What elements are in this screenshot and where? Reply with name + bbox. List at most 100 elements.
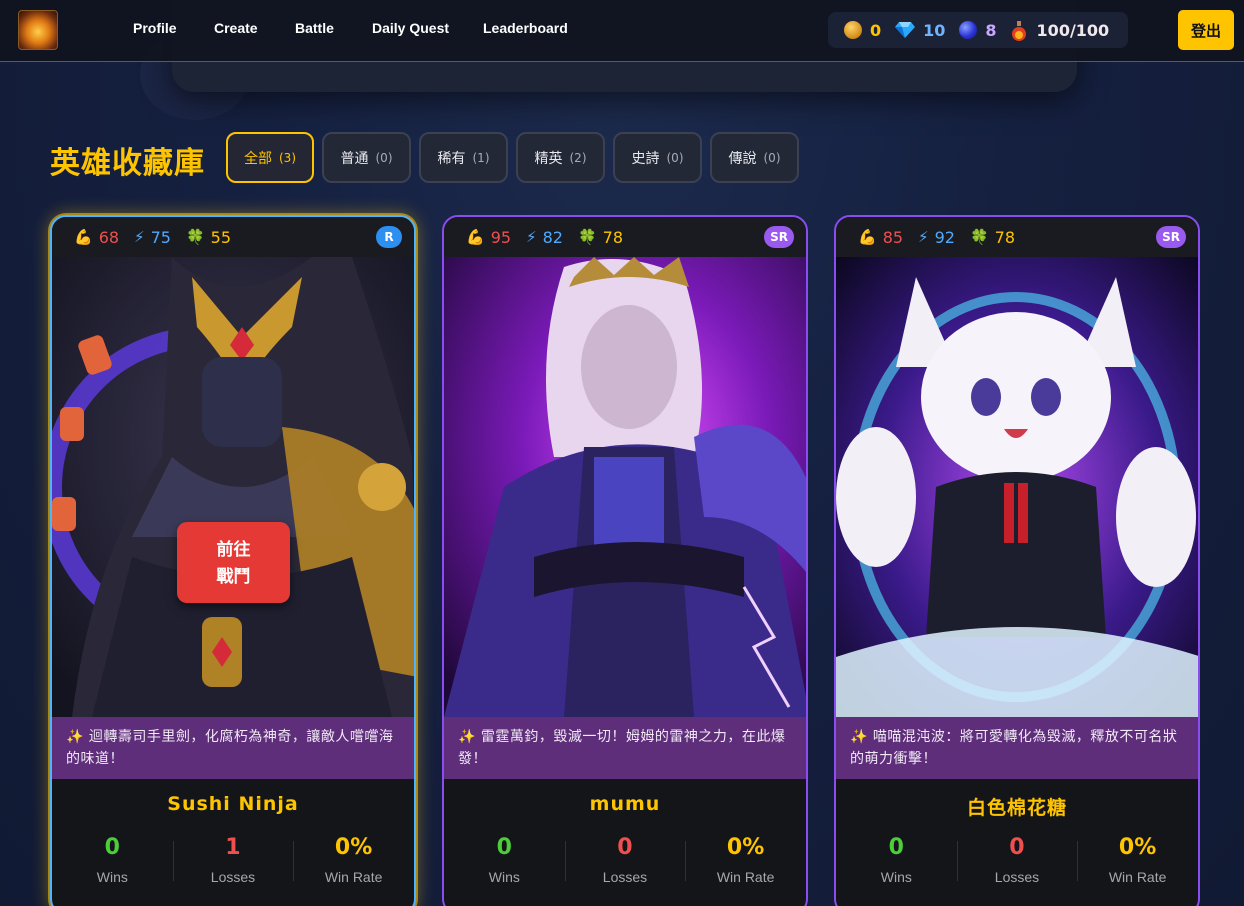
filter-count: (2) bbox=[569, 150, 587, 165]
win-rate-stat: 0% Win Rate bbox=[1077, 835, 1198, 885]
strength-value: 85 bbox=[882, 227, 904, 247]
hero-stats-bar: 💪 85 ⚡ 92 🍀 78 SR bbox=[836, 217, 1198, 257]
battle-record: 0 Wins 0 Losses 0% Win Rate bbox=[444, 835, 806, 885]
gem-count: 10 bbox=[923, 20, 946, 40]
filter-label: 稀有 bbox=[437, 150, 466, 167]
filter-tab-common[interactable]: 普通 (0) bbox=[322, 132, 411, 183]
resource-bar: 0 10 8 100/100 bbox=[828, 12, 1128, 48]
speed-value: 92 bbox=[934, 227, 955, 247]
nav-links: Profile Create Battle Daily Quest Leader… bbox=[133, 20, 568, 36]
lightning-icon: ⚡ bbox=[526, 228, 537, 246]
orb-count: 8 bbox=[985, 20, 997, 40]
coin-count: 0 bbox=[870, 20, 882, 40]
wins-label: Wins bbox=[96, 869, 128, 885]
losses-label: Losses bbox=[210, 869, 256, 885]
wins-stat: 0 Wins bbox=[444, 835, 565, 885]
luck-stat: 🍀 55 bbox=[186, 228, 231, 247]
game-logo[interactable] bbox=[18, 10, 58, 50]
strength-stat: 💪 68 bbox=[74, 228, 119, 247]
logout-button[interactable]: 登出 bbox=[1178, 10, 1234, 50]
hero-name: Sushi Ninja bbox=[167, 793, 299, 815]
filter-count: (3) bbox=[279, 150, 296, 165]
flexed-arm-icon: 💪 bbox=[858, 228, 877, 246]
hero-card[interactable]: 💪 95 ⚡ 82 🍀 78 SR ✨ 雷霆萬鈞，毀滅一切！姆姆的雷神之力，在此爆發！… bbox=[442, 215, 808, 906]
luck-stat: 🍀 78 bbox=[578, 228, 623, 247]
wins-value: 0 bbox=[496, 835, 512, 860]
wins-value: 0 bbox=[888, 835, 904, 860]
lightning-icon: ⚡ bbox=[134, 228, 145, 246]
nav-create-link[interactable]: Create bbox=[214, 20, 295, 36]
filter-label: 精英 bbox=[534, 150, 563, 167]
diamond-icon bbox=[895, 21, 916, 39]
hero-name: 白色棉花糖 bbox=[966, 797, 1067, 819]
strength-value: 68 bbox=[98, 227, 120, 247]
win-rate-label: Win Rate bbox=[324, 869, 383, 885]
filter-tab-all[interactable]: 全部 (3) bbox=[226, 132, 314, 183]
win-rate-label: Win Rate bbox=[1108, 869, 1167, 885]
filter-tab-elite[interactable]: 精英 (2) bbox=[516, 132, 605, 183]
wins-label: Wins bbox=[880, 869, 912, 885]
filter-tab-legendary[interactable]: 傳說 (0) bbox=[710, 132, 799, 183]
go-to-battle-button[interactable]: 前往 戰鬥 bbox=[177, 522, 290, 603]
hero-stats-bar: 💪 95 ⚡ 82 🍀 78 SR bbox=[444, 217, 806, 257]
filter-label: 史詩 bbox=[631, 150, 660, 167]
luck-value: 78 bbox=[994, 227, 1015, 247]
coin-balance: 0 bbox=[844, 21, 881, 40]
nav-leaderboard-link[interactable]: Leaderboard bbox=[483, 20, 568, 36]
hero-name: mumu bbox=[589, 793, 661, 815]
coin-icon bbox=[844, 21, 862, 39]
nav-profile-link[interactable]: Profile bbox=[133, 20, 214, 36]
speed-value: 75 bbox=[150, 227, 171, 247]
losses-value: 0 bbox=[617, 835, 633, 860]
losses-stat: 1 Losses bbox=[172, 835, 294, 885]
rarity-badge: SR bbox=[1156, 226, 1186, 248]
win-rate-stat: 0% Win Rate bbox=[293, 835, 414, 885]
flexed-arm-icon: 💪 bbox=[74, 228, 93, 246]
rarity-filter-tabs: 全部 (3) 普通 (0) 稀有 (1) 精英 (2) 史詩 (0) 傳說 (0) bbox=[226, 132, 807, 183]
hero-quote: ✨ 喵喵混沌波：將可愛轉化為毀滅，釋放不可名狀的萌力衝擊！ bbox=[836, 717, 1198, 779]
strength-value: 95 bbox=[490, 227, 512, 247]
filter-count: (0) bbox=[375, 150, 393, 165]
hero-card[interactable]: 💪 68 ⚡ 75 🍀 55 R 前往 戰鬥 ✨ 迴轉壽司手里劍，化腐朽為神奇，… bbox=[50, 215, 416, 906]
losses-stat: 0 Losses bbox=[564, 835, 686, 885]
hero-stats-bar: 💪 68 ⚡ 75 🍀 55 R bbox=[52, 217, 414, 257]
speed-stat: ⚡ 75 bbox=[134, 228, 171, 247]
filter-label: 傳說 bbox=[728, 150, 757, 167]
rarity-badge: SR bbox=[764, 226, 794, 248]
clover-icon: 🍀 bbox=[969, 228, 989, 246]
strength-stat: 💪 85 bbox=[858, 228, 903, 247]
win-rate-stat: 0% Win Rate bbox=[685, 835, 806, 885]
wins-stat: 0 Wins bbox=[836, 835, 957, 885]
speed-value: 82 bbox=[542, 227, 563, 247]
hero-quote: ✨ 雷霆萬鈞，毀滅一切！姆姆的雷神之力，在此爆發！ bbox=[444, 717, 806, 779]
flexed-arm-icon: 💪 bbox=[466, 228, 485, 246]
wins-stat: 0 Wins bbox=[52, 835, 173, 885]
nav-daily-quest-link[interactable]: Daily Quest bbox=[372, 20, 483, 36]
battle-record: 0 Wins 0 Losses 0% Win Rate bbox=[836, 835, 1198, 885]
hero-portrait bbox=[444, 257, 806, 717]
losses-value: 0 bbox=[1009, 835, 1025, 860]
losses-label: Losses bbox=[602, 869, 648, 885]
top-navigation-bar: Profile Create Battle Daily Quest Leader… bbox=[0, 0, 1244, 62]
speed-stat: ⚡ 82 bbox=[526, 228, 563, 247]
filter-label: 普通 bbox=[340, 150, 369, 167]
win-rate-value: 0% bbox=[726, 835, 765, 860]
energy-balance: 100/100 bbox=[1011, 20, 1110, 41]
luck-value: 78 bbox=[602, 227, 623, 247]
rarity-badge: R bbox=[376, 226, 402, 248]
losses-label: Losses bbox=[994, 869, 1040, 885]
wins-value: 0 bbox=[104, 835, 120, 860]
losses-stat: 0 Losses bbox=[956, 835, 1078, 885]
clover-icon: 🍀 bbox=[185, 228, 205, 246]
hero-card[interactable]: 💪 85 ⚡ 92 🍀 78 SR ✨ 喵喵混沌波：將可愛轉化為毀滅，釋放不可名狀的萌… bbox=[834, 215, 1200, 906]
win-rate-value: 0% bbox=[1118, 835, 1157, 860]
battle-button-line1: 前往 bbox=[216, 539, 251, 559]
nav-battle-link[interactable]: Battle bbox=[295, 20, 372, 36]
energy-count: 100/100 bbox=[1036, 20, 1110, 40]
filter-tab-epic[interactable]: 史詩 (0) bbox=[613, 132, 702, 183]
filter-tab-rare[interactable]: 稀有 (1) bbox=[419, 132, 508, 183]
speed-stat: ⚡ 92 bbox=[918, 228, 955, 247]
hero-portrait: 前往 戰鬥 bbox=[52, 257, 414, 717]
win-rate-value: 0% bbox=[334, 835, 373, 860]
wins-label: Wins bbox=[488, 869, 520, 885]
